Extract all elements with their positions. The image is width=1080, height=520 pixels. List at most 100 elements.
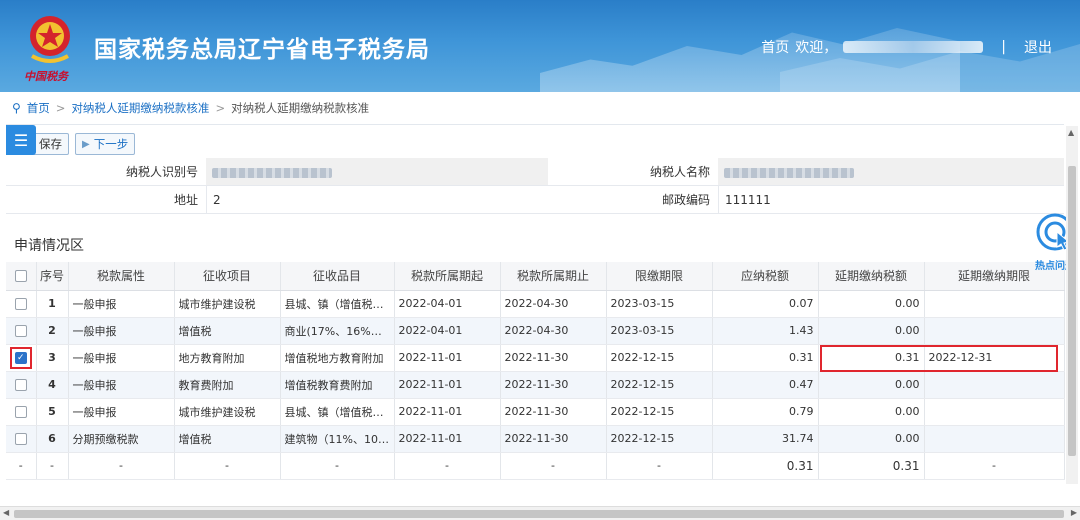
- col-header: 税款属性: [68, 262, 175, 291]
- row-select-cell[interactable]: ✓: [6, 344, 37, 372]
- cell-defer_date[interactable]: [924, 317, 1065, 345]
- cell-item: 城市维护建设税: [174, 290, 281, 318]
- row-number: 1: [36, 290, 69, 318]
- cell-start: 2022-11-01: [394, 371, 501, 399]
- row-number: 3: [36, 344, 69, 372]
- row-number: 5: [36, 398, 69, 426]
- table-row[interactable]: 6 分期预缴税款 增值税 建筑物（11%、10%… 2022-11-01 2022-11-…: [6, 425, 1065, 453]
- total-dash-cell: -: [500, 452, 607, 480]
- scroll-up-icon[interactable]: ▲: [1068, 128, 1074, 137]
- cell-defer_date[interactable]: [924, 398, 1065, 426]
- save-button[interactable]: 保存: [32, 133, 69, 155]
- menu-toggle-button[interactable]: ☰: [6, 125, 36, 155]
- section-title: 申请情况区: [14, 238, 84, 254]
- cell-sub: 县城、镇（增值税附…: [280, 290, 395, 318]
- logout-link[interactable]: 退出: [1024, 37, 1052, 57]
- col-header: 延期缴纳税额: [818, 262, 925, 291]
- cell-end: 2022-11-30: [500, 425, 607, 453]
- cell-defer_date[interactable]: 2022-12-31: [924, 344, 1065, 372]
- breadcrumb-home[interactable]: 首页: [27, 100, 50, 116]
- total-dash-cell: -: [174, 452, 281, 480]
- cell-attr: 一般申报: [68, 344, 175, 372]
- cell-sub: 建筑物（11%、10%…: [280, 425, 395, 453]
- total-dash-cell: -: [280, 452, 395, 480]
- site-title: 国家税务总局辽宁省电子税务局: [94, 37, 430, 63]
- row-checkbox[interactable]: [14, 433, 27, 445]
- top-nav: 首页 欢迎， | 退出: [761, 37, 1052, 57]
- cell-defer[interactable]: 0.00: [818, 398, 925, 426]
- table-row[interactable]: ✓ 3 一般申报 地方教育附加 增值税地方教育附加 2022-11-01 2022-11-3…: [6, 344, 1065, 372]
- total-dash-cell: -: [606, 452, 713, 480]
- table-body: 1 一般申报 城市维护建设税 县城、镇（增值税附… 2022-04-01 2022-04-…: [6, 290, 1065, 480]
- cell-defer[interactable]: 0.31: [818, 344, 925, 372]
- select-all-cell[interactable]: [6, 262, 37, 291]
- taxpayer-id-value: [206, 158, 548, 185]
- cell-start: 2022-11-01: [394, 425, 501, 453]
- cell-limit: 2023-03-15: [606, 290, 713, 318]
- select-all-checkbox[interactable]: [14, 270, 27, 283]
- address-value: 2: [206, 186, 548, 213]
- row-checkbox[interactable]: [14, 298, 27, 310]
- cell-item: 教育费附加: [174, 371, 281, 399]
- table-row[interactable]: 5 一般申报 城市维护建设税 县城、镇（增值税附… 2022-11-01 2022-11-…: [6, 398, 1065, 426]
- row-select-cell[interactable]: [6, 398, 37, 426]
- row-checkbox[interactable]: ✓: [14, 352, 27, 364]
- play-icon: ▶: [82, 138, 90, 150]
- table-header-row: 序号 税款属性 征收项目 征收品目 税款所属期起 税款所属期止 限缴期限 应纳税…: [6, 262, 1065, 291]
- row-number: 4: [36, 371, 69, 399]
- cell-sub: 县城、镇（增值税附…: [280, 398, 395, 426]
- cell-item: 城市维护建设税: [174, 398, 281, 426]
- cell-attr: 一般申报: [68, 290, 175, 318]
- row-checkbox[interactable]: [14, 325, 27, 337]
- cell-start: 2022-11-01: [394, 344, 501, 372]
- row-select-cell[interactable]: [6, 317, 37, 345]
- breadcrumb-separator: >: [55, 101, 66, 115]
- table-row[interactable]: 1 一般申报 城市维护建设税 县城、镇（增值税附… 2022-04-01 2022-04-…: [6, 290, 1065, 318]
- username-redacted: [843, 41, 984, 53]
- scroll-left-icon[interactable]: ◀: [3, 508, 9, 517]
- emblem-caption: 中国税务: [24, 70, 68, 83]
- scroll-right-icon[interactable]: ▶: [1071, 508, 1077, 517]
- cell-defer[interactable]: 0.00: [818, 290, 925, 318]
- row-select-cell[interactable]: [6, 290, 37, 318]
- postcode-value: 111111: [718, 186, 1064, 213]
- total-dash-cell: -: [6, 452, 37, 480]
- total-dash-cell: -: [924, 452, 1065, 480]
- site-header: 中国税务 国家税务总局辽宁省电子税务局 首页 欢迎， | 退出: [0, 0, 1080, 92]
- row-select-cell[interactable]: [6, 425, 37, 453]
- vertical-scroll-thumb[interactable]: [1068, 166, 1076, 456]
- next-step-button[interactable]: ▶ 下一步: [75, 133, 136, 155]
- cell-end: 2022-11-30: [500, 371, 607, 399]
- table-row[interactable]: 2一般申报增值税商业(17%、16%、13…2022-04-012022-04-…: [6, 317, 1065, 345]
- vertical-scrollbar[interactable]: ▲: [1066, 126, 1078, 484]
- breadcrumb-separator: >: [215, 101, 226, 115]
- row-select-cell[interactable]: [6, 371, 37, 399]
- row-number: 2: [36, 317, 69, 345]
- cell-end: 2022-11-30: [500, 344, 607, 372]
- cell-limit: 2022-12-15: [606, 371, 713, 399]
- cell-defer[interactable]: 0.00: [818, 317, 925, 345]
- nav-home-link[interactable]: 首页: [761, 37, 789, 57]
- table-row[interactable]: 4 一般申报 教育费附加 增值税教育费附加 2022-11-01 2022-11-30 20…: [6, 371, 1065, 399]
- total-row: - - - - - - - -0.31 0.31-: [6, 452, 1065, 480]
- cell-limit: 2023-03-15: [606, 317, 713, 345]
- cell-start: 2022-04-01: [394, 290, 501, 318]
- breadcrumb-level1[interactable]: 对纳税人延期缴纳税款核准: [71, 100, 209, 116]
- main-panel: 保存 ▶ 下一步 ☰ 纳税人识别号 纳税人名称 地址 2 邮政编码 111111…: [6, 124, 1065, 482]
- col-header: 应纳税额: [712, 262, 819, 291]
- cell-defer_date[interactable]: [924, 290, 1065, 318]
- row-checkbox[interactable]: [14, 406, 27, 418]
- horizontal-scrollbar[interactable]: ◀ ▶: [0, 506, 1080, 520]
- cell-defer_date[interactable]: [924, 425, 1065, 453]
- row-checkbox[interactable]: [14, 379, 27, 391]
- col-header: 税款所属期止: [500, 262, 607, 291]
- col-header: 序号: [36, 262, 69, 291]
- cell-end: 2022-04-30: [500, 290, 607, 318]
- cell-due: 0.31: [712, 344, 819, 372]
- cell-defer_date[interactable]: [924, 371, 1065, 399]
- cell-defer[interactable]: 0.00: [818, 371, 925, 399]
- horizontal-scroll-thumb[interactable]: [14, 510, 1064, 518]
- cell-defer[interactable]: 0.00: [818, 425, 925, 453]
- cell-item: 增值税: [174, 317, 281, 345]
- cell-attr: 一般申报: [68, 317, 175, 345]
